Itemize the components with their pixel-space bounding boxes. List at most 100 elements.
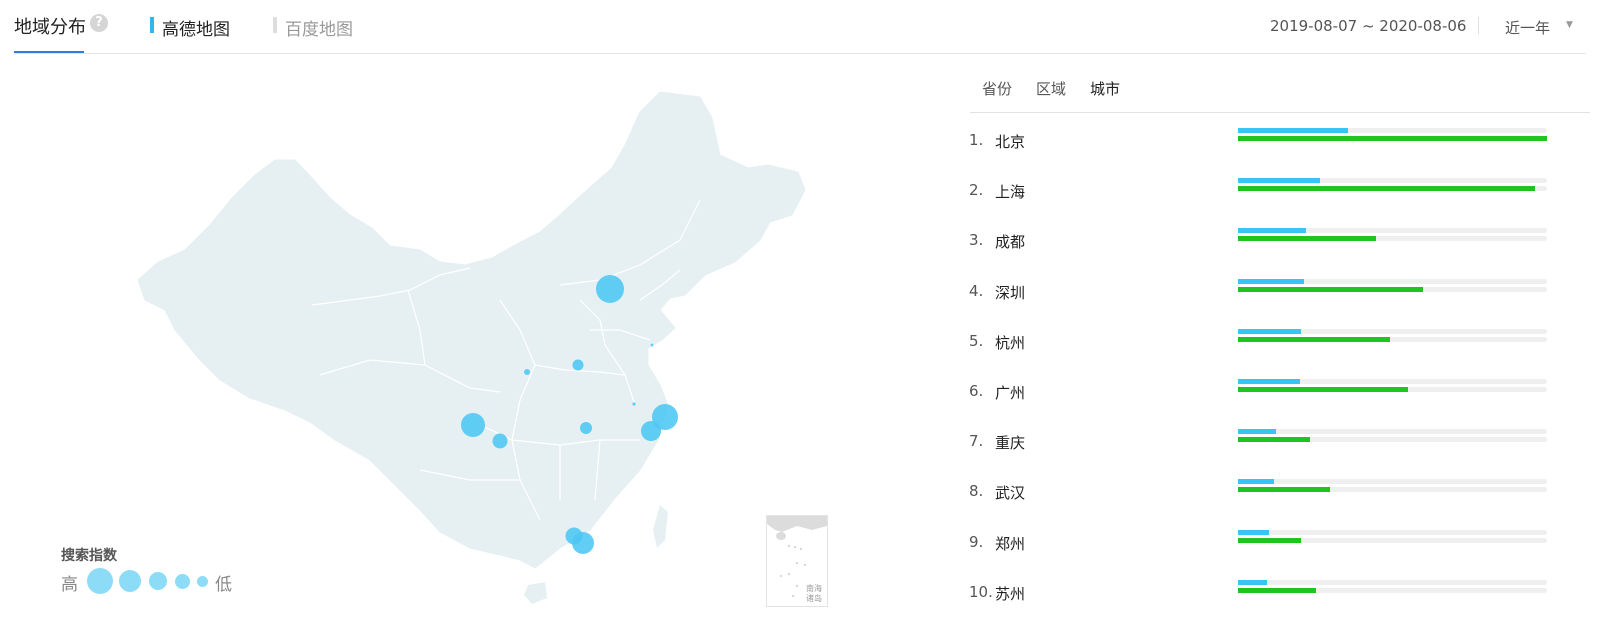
search-index-bar	[1238, 328, 1302, 334]
city-name: 苏州	[995, 584, 1026, 603]
tab-label: 高德地图	[162, 20, 230, 40]
header-divider	[14, 53, 1586, 54]
bubble-wuhan[interactable]	[580, 422, 592, 434]
tab-region[interactable]: 区域	[1036, 78, 1066, 99]
search-index-track	[1238, 579, 1547, 585]
caret-down-icon[interactable]: ▼	[1566, 20, 1573, 30]
total-index-bar	[1238, 387, 1408, 392]
tab-baidu-map[interactable]: 百度地图	[273, 15, 353, 40]
bubble-shenzhen[interactable]	[572, 532, 594, 554]
tab-province[interactable]: 省份	[982, 78, 1012, 99]
search-index-bar	[1238, 228, 1306, 234]
bubble-hangzhou[interactable]	[641, 421, 661, 441]
inset-label: 南海诸岛	[806, 584, 822, 603]
rank-number: 8.	[969, 482, 984, 501]
ranking-row[interactable]: 5. 杭州	[969, 328, 1589, 362]
rank-number: 2.	[969, 181, 984, 200]
rank-number: 6.	[969, 382, 984, 400]
legend-dot-m	[149, 572, 167, 590]
tab-city[interactable]: 城市	[1090, 78, 1120, 99]
ranking-row[interactable]: 1. 北京	[969, 128, 1589, 161]
ranking-row[interactable]: 7. 重庆	[969, 429, 1589, 462]
china-map[interactable]	[0, 60, 900, 620]
tab-gaode-map[interactable]: 高德地图	[150, 15, 230, 40]
south-china-sea-inset: 南海诸岛	[766, 515, 828, 607]
legend-dot-xs	[197, 576, 208, 587]
city-name: 郑州	[995, 534, 1026, 553]
city-name: 重庆	[995, 434, 1026, 453]
divider	[1478, 17, 1479, 34]
question-circle-icon[interactable]: ?	[90, 14, 108, 32]
total-index-track	[1238, 487, 1547, 493]
search-index-track	[1238, 529, 1547, 535]
total-index-track	[1238, 437, 1547, 443]
total-index-bar	[1238, 487, 1331, 493]
search-index-bar	[1238, 278, 1305, 284]
rank-number: 3.	[969, 231, 984, 250]
tab-label: 百度地图	[285, 20, 353, 40]
legend-dot-xl	[87, 568, 113, 594]
ranking-row[interactable]: 9. 郑州	[969, 529, 1589, 563]
bubble-xian[interactable]	[524, 369, 530, 375]
city-name: 武汉	[995, 484, 1026, 503]
period-select[interactable]: 近一年	[1505, 17, 1550, 38]
page-title: 地域分布	[14, 17, 86, 38]
total-index-bar	[1238, 136, 1547, 141]
taiwan	[653, 505, 668, 548]
total-index-bar	[1238, 537, 1302, 543]
ranking-row[interactable]: 10. 苏州	[969, 579, 1589, 613]
total-index-bar	[1238, 286, 1424, 292]
date-range[interactable]: 2019-08-07 ~ 2020-08-06	[1270, 17, 1466, 35]
search-index-bar	[1238, 529, 1269, 535]
total-index-bar	[1238, 437, 1310, 443]
search-index-track	[1238, 479, 1547, 485]
bubble-chengdu[interactable]	[461, 413, 485, 437]
search-index-track	[1238, 379, 1547, 384]
bubble-qingdao[interactable]	[650, 343, 654, 347]
total-index-bar	[1238, 186, 1535, 192]
bubble-chongqing[interactable]	[492, 433, 508, 449]
total-index-track	[1238, 537, 1547, 543]
city-name: 上海	[995, 183, 1026, 202]
ranking-row[interactable]: 4. 深圳	[969, 278, 1589, 312]
ranking-row[interactable]: 6. 广州	[969, 379, 1589, 412]
total-index-track	[1238, 236, 1547, 242]
search-index-bar	[1238, 429, 1276, 435]
tab-marker	[273, 17, 277, 33]
search-index-track	[1238, 128, 1547, 133]
total-index-track	[1238, 186, 1547, 192]
total-index-bar	[1238, 336, 1391, 342]
ranking-row[interactable]: 3. 成都	[969, 228, 1589, 261]
search-index-bar	[1238, 479, 1275, 485]
total-index-track	[1238, 136, 1547, 141]
total-index-track	[1238, 286, 1547, 292]
legend-low-label: 低	[215, 575, 232, 595]
rank-number: 10.	[969, 582, 993, 601]
rank-number: 4.	[969, 281, 984, 300]
search-index-bar	[1238, 128, 1348, 133]
city-name: 深圳	[995, 283, 1026, 302]
total-index-track	[1238, 387, 1547, 392]
rank-number: 5.	[969, 331, 984, 350]
city-name: 北京	[995, 133, 1026, 151]
ranking-divider	[970, 112, 1590, 113]
search-index-track	[1238, 178, 1547, 184]
legend-dot-l	[119, 570, 141, 592]
bubble-zhengzhou[interactable]	[572, 359, 584, 371]
bubble-suzhou[interactable]	[632, 402, 636, 406]
hainan	[524, 582, 547, 604]
search-index-track	[1238, 228, 1547, 234]
china-land	[137, 91, 806, 569]
tab-marker	[150, 17, 154, 33]
search-index-bar	[1238, 178, 1320, 184]
ranking-row[interactable]: 8. 武汉	[969, 479, 1589, 512]
legend-high-label: 高	[61, 575, 78, 595]
total-index-track	[1238, 587, 1547, 593]
ranking-row[interactable]: 2. 上海	[969, 178, 1589, 211]
total-index-bar	[1238, 587, 1316, 593]
search-index-track	[1238, 328, 1547, 334]
bubble-beijing[interactable]	[596, 275, 624, 303]
city-name: 杭州	[995, 333, 1026, 352]
total-index-track	[1238, 336, 1547, 342]
rank-number: 7.	[969, 432, 984, 451]
